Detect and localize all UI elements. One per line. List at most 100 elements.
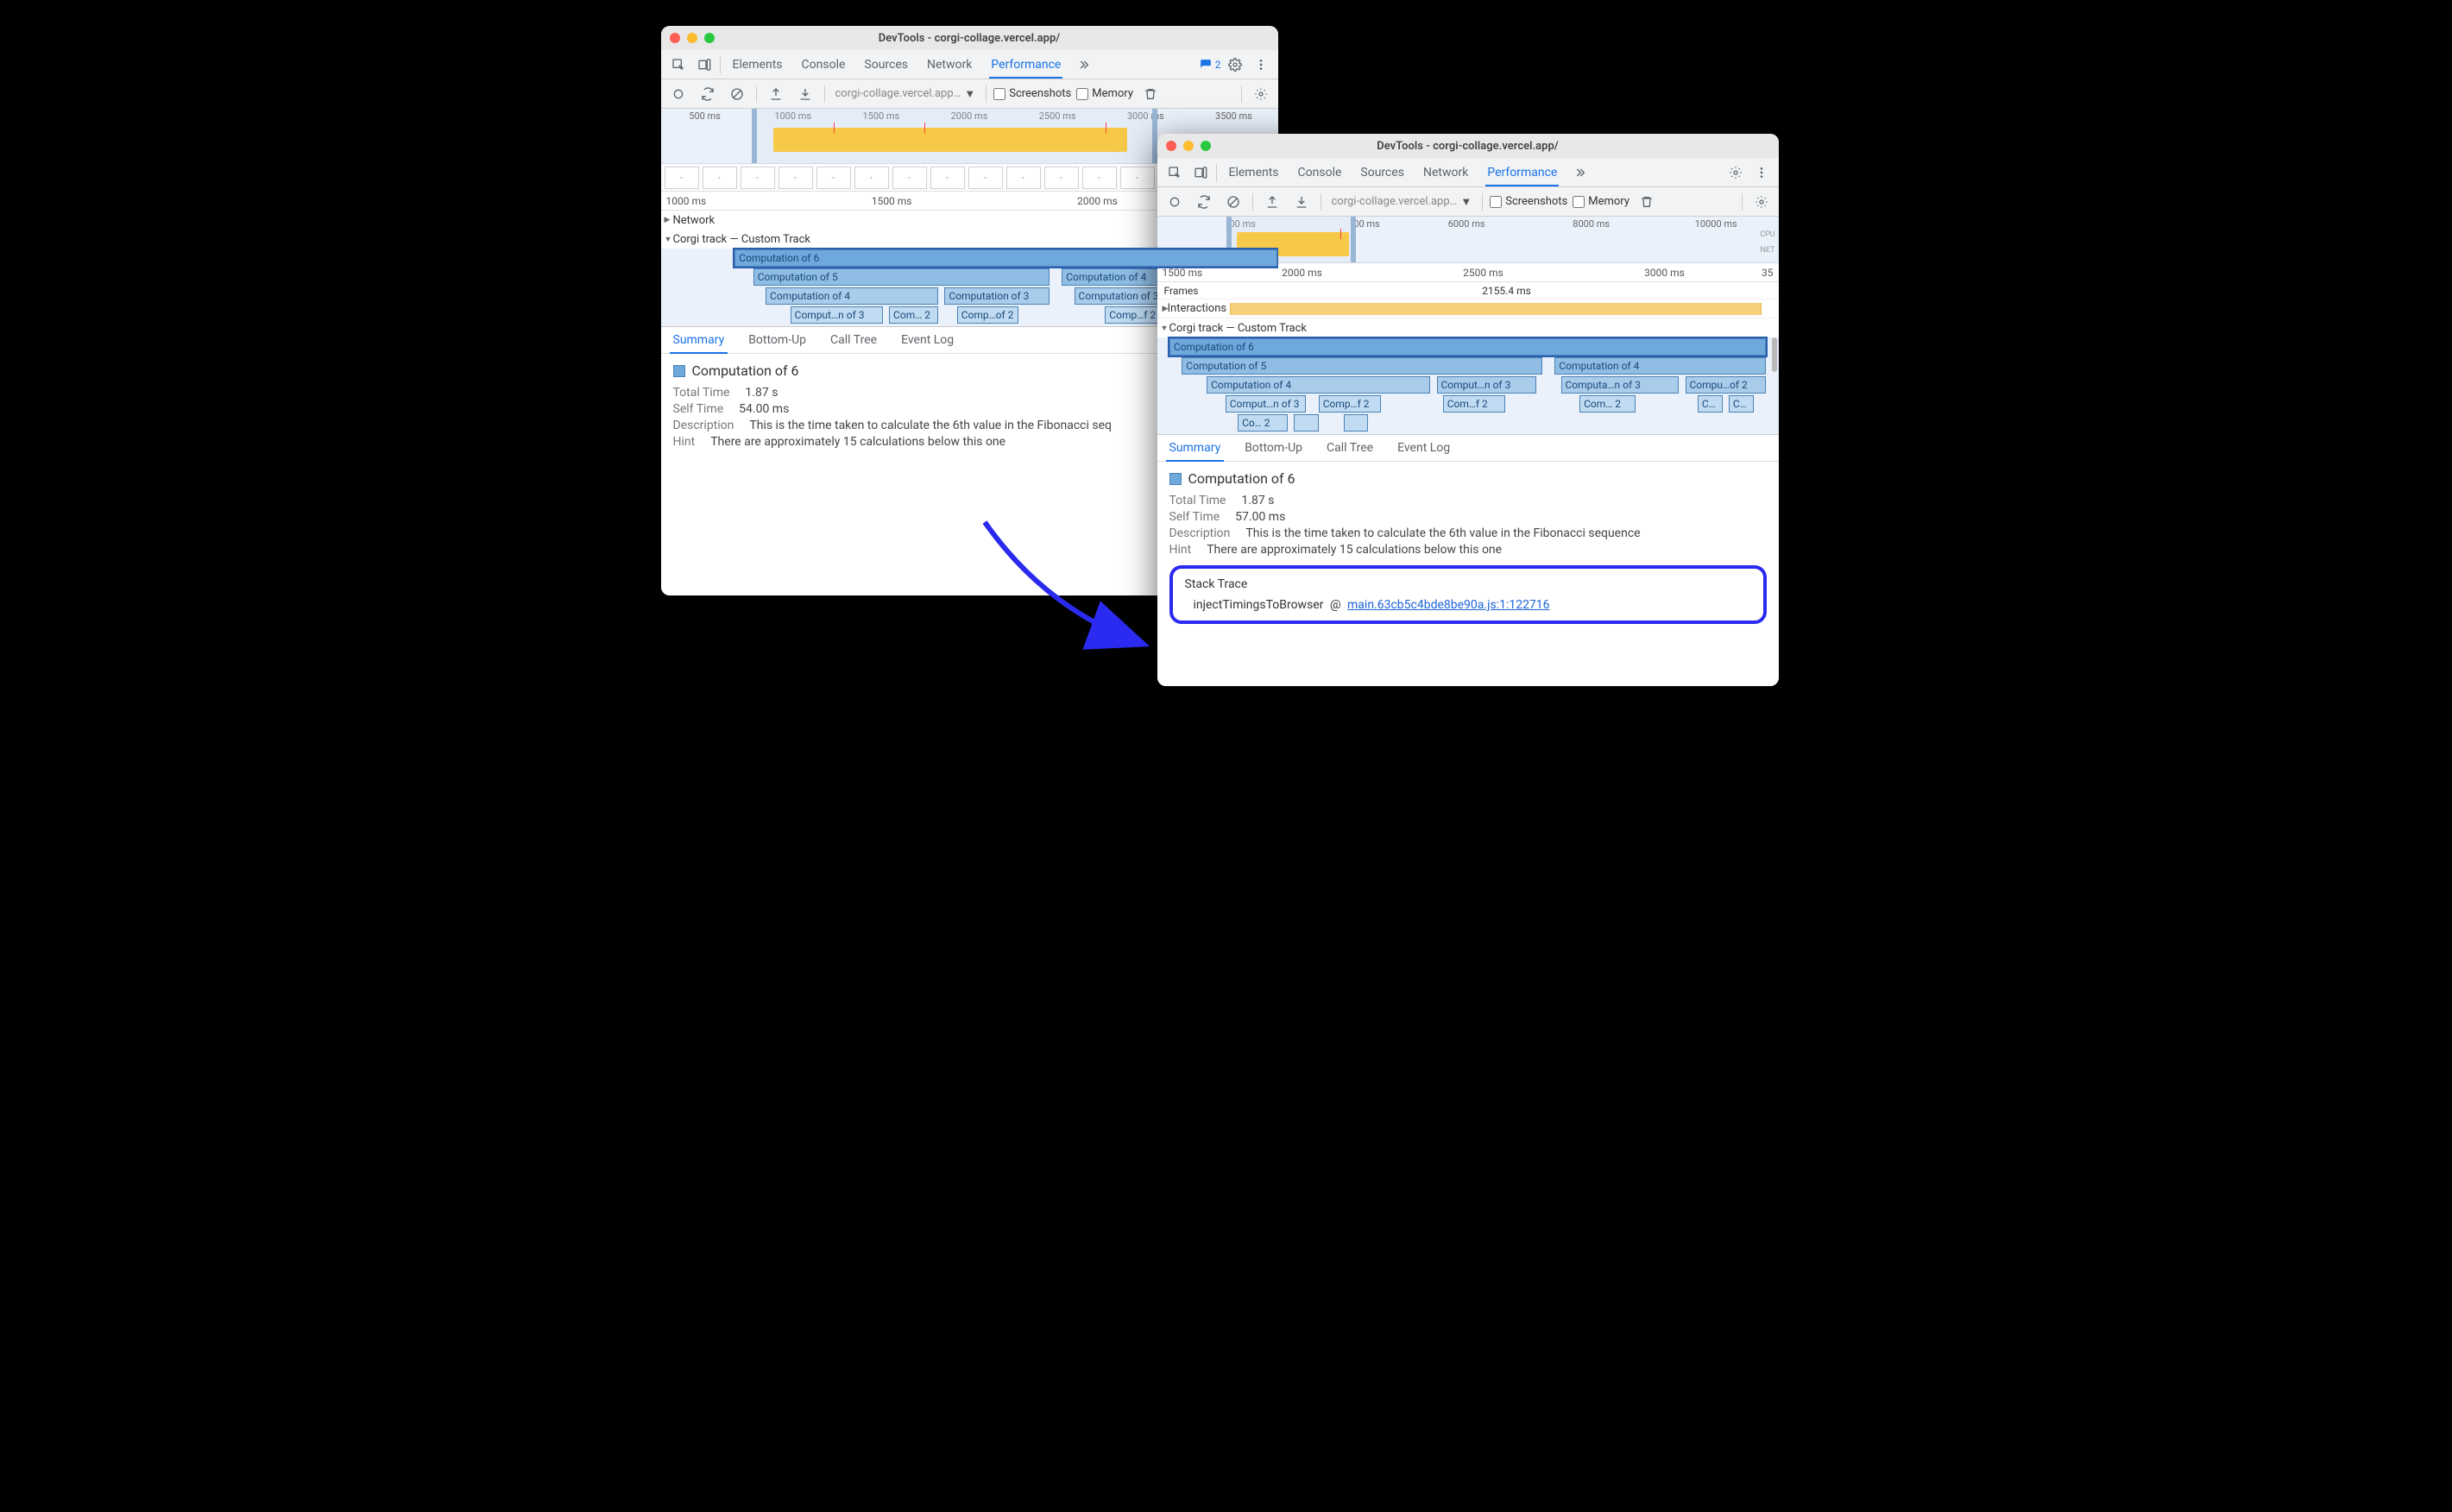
device-toggle-icon[interactable]	[1188, 161, 1213, 185]
hint-label: Hint	[673, 435, 696, 449]
tab-elements[interactable]: Elements	[1220, 158, 1288, 186]
flame-bar[interactable]: Comput…n of 3	[1226, 395, 1307, 413]
flame-bar[interactable]: Computation of 4	[766, 287, 938, 305]
tab-network[interactable]: Network	[1415, 158, 1477, 186]
section-custom-track[interactable]: ▼Corgi track — Custom Track	[1157, 318, 1779, 337]
stack-trace-heading: Stack Trace	[1185, 577, 1751, 591]
screenshot-thumb[interactable]: ▪	[665, 167, 699, 189]
detail-tab-summary[interactable]: Summary	[661, 327, 737, 353]
stack-trace-link[interactable]: main.63cb5c4bde8be90a.js:1:122716	[1347, 598, 1550, 612]
screenshot-thumb[interactable]: ▪	[1082, 167, 1117, 189]
flame-bar[interactable]: C…	[1729, 395, 1754, 413]
flame-bar[interactable]: Computation of 4	[1207, 376, 1430, 394]
download-icon[interactable]	[793, 82, 817, 106]
upload-icon[interactable]	[1260, 190, 1284, 214]
tab-sources[interactable]: Sources	[855, 50, 917, 79]
flame-bar[interactable]: Comput…n of 3	[1437, 376, 1536, 394]
screenshot-thumb[interactable]: ▪	[703, 167, 737, 189]
reload-icon[interactable]	[1192, 190, 1216, 214]
flame-chart[interactable]: Computation of 6 Computation of 5Computa…	[1157, 337, 1779, 434]
screenshot-thumb[interactable]: ▪	[1044, 167, 1079, 189]
flame-bar[interactable]: C…	[1698, 395, 1723, 413]
screenshot-thumb[interactable]: ▪	[1006, 167, 1041, 189]
reload-icon[interactable]	[696, 82, 720, 106]
upload-icon[interactable]	[764, 82, 788, 106]
screenshot-thumb[interactable]: ▪	[930, 167, 965, 189]
inspect-icon[interactable]	[1163, 161, 1187, 185]
flame-bar[interactable]: Comp…f 2	[1105, 306, 1160, 324]
flame-bar[interactable]: Computation of 6	[1169, 338, 1766, 356]
section-interactions[interactable]: ▶ Interactions	[1157, 299, 1779, 318]
screenshot-thumb[interactable]: ▪	[892, 167, 927, 189]
separator	[756, 85, 757, 103]
garbage-collect-icon[interactable]	[1138, 82, 1163, 106]
record-icon[interactable]	[666, 82, 690, 106]
flame-bar[interactable]: Comp…f 2	[1319, 395, 1381, 413]
inspect-icon[interactable]	[666, 53, 690, 77]
flame-bar[interactable]	[1294, 414, 1319, 432]
clear-icon[interactable]	[725, 82, 749, 106]
flame-bar[interactable]: Compu…of 2	[1686, 376, 1767, 394]
tab-console[interactable]: Console	[793, 50, 854, 79]
memory-checkbox[interactable]: Memory	[1573, 195, 1629, 208]
panel-settings-icon[interactable]	[1249, 82, 1273, 106]
record-icon[interactable]	[1163, 190, 1187, 214]
panel-settings-icon[interactable]	[1749, 190, 1774, 214]
detail-tab-eventlog[interactable]: Event Log	[1385, 435, 1462, 461]
overview-tick: 500 ms	[661, 110, 749, 123]
flame-bar[interactable]: Computation of 3	[944, 287, 1050, 305]
download-icon[interactable]	[1289, 190, 1314, 214]
tab-console[interactable]: Console	[1289, 158, 1351, 186]
tab-performance[interactable]: Performance	[1478, 158, 1566, 186]
screenshot-thumb[interactable]: ▪	[816, 167, 851, 189]
flame-bar[interactable]: Com…f 2	[1443, 395, 1505, 413]
recording-url-dropdown[interactable]: corgi-collage.vercel.app…▼	[832, 85, 980, 103]
memory-label: Memory	[1588, 195, 1629, 208]
flame-bar[interactable]: Computation of 6	[734, 249, 1277, 267]
ruler-tick: 2000 ms	[1209, 267, 1390, 279]
screenshot-thumb[interactable]: ▪	[854, 167, 889, 189]
detail-tab-bottomup[interactable]: Bottom-Up	[736, 327, 818, 353]
detail-tab-calltree[interactable]: Call Tree	[818, 327, 889, 353]
tab-performance[interactable]: Performance	[982, 50, 1069, 79]
detail-tab-bottomup[interactable]: Bottom-Up	[1232, 435, 1314, 461]
flame-bar[interactable]: Comp…of 2	[957, 306, 1019, 324]
flame-bar[interactable]: Com… 2	[889, 306, 938, 324]
screenshot-thumb[interactable]: ▪	[741, 167, 775, 189]
screenshots-checkbox[interactable]: Screenshots	[993, 87, 1071, 100]
devtools-window-right: DevTools - corgi-collage.vercel.app/ Ele…	[1157, 134, 1779, 686]
flame-bar[interactable]: Computation of 5	[753, 268, 1050, 286]
kebab-icon[interactable]	[1749, 161, 1774, 185]
detail-tab-calltree[interactable]: Call Tree	[1314, 435, 1385, 461]
device-toggle-icon[interactable]	[692, 53, 716, 77]
detail-tab-eventlog[interactable]: Event Log	[889, 327, 966, 353]
flame-bar[interactable]: Computa…n of 3	[1561, 376, 1680, 394]
flame-bar[interactable]: Computation of 5	[1182, 357, 1542, 375]
kebab-icon[interactable]	[1249, 53, 1273, 77]
detail-tab-summary[interactable]: Summary	[1157, 435, 1233, 461]
more-tabs-icon[interactable]	[1071, 53, 1095, 77]
screenshot-thumb[interactable]: ▪	[968, 167, 1003, 189]
issues-count[interactable]: 2	[1200, 59, 1221, 71]
flame-bar[interactable]: Computation of 4	[1554, 357, 1766, 375]
flame-bar[interactable]: Com… 2	[1579, 395, 1636, 413]
flame-bar[interactable]: Co… 2	[1238, 414, 1288, 432]
garbage-collect-icon[interactable]	[1635, 190, 1659, 214]
section-label: Corgi track — Custom Track	[673, 233, 810, 246]
screenshots-checkbox[interactable]: Screenshots	[1490, 195, 1567, 208]
tab-elements[interactable]: Elements	[724, 50, 791, 79]
tab-sources[interactable]: Sources	[1352, 158, 1413, 186]
tab-network[interactable]: Network	[918, 50, 980, 79]
more-tabs-icon[interactable]	[1567, 161, 1592, 185]
flame-bar[interactable]	[1344, 414, 1369, 432]
flame-bar[interactable]: Comput…n of 3	[791, 306, 883, 324]
memory-checkbox[interactable]: Memory	[1076, 87, 1133, 100]
clear-icon[interactable]	[1221, 190, 1245, 214]
recording-url-dropdown[interactable]: corgi-collage.vercel.app…▼	[1328, 193, 1476, 211]
screenshot-thumb[interactable]: ▪	[778, 167, 813, 189]
gear-icon[interactable]	[1223, 53, 1247, 77]
gear-icon[interactable]	[1724, 161, 1748, 185]
summary-panel: Computation of 6 Total Time1.87 s Self T…	[1157, 462, 1779, 686]
scrollbar[interactable]	[1772, 337, 1777, 372]
screenshot-thumb[interactable]: ▪	[1120, 167, 1155, 189]
